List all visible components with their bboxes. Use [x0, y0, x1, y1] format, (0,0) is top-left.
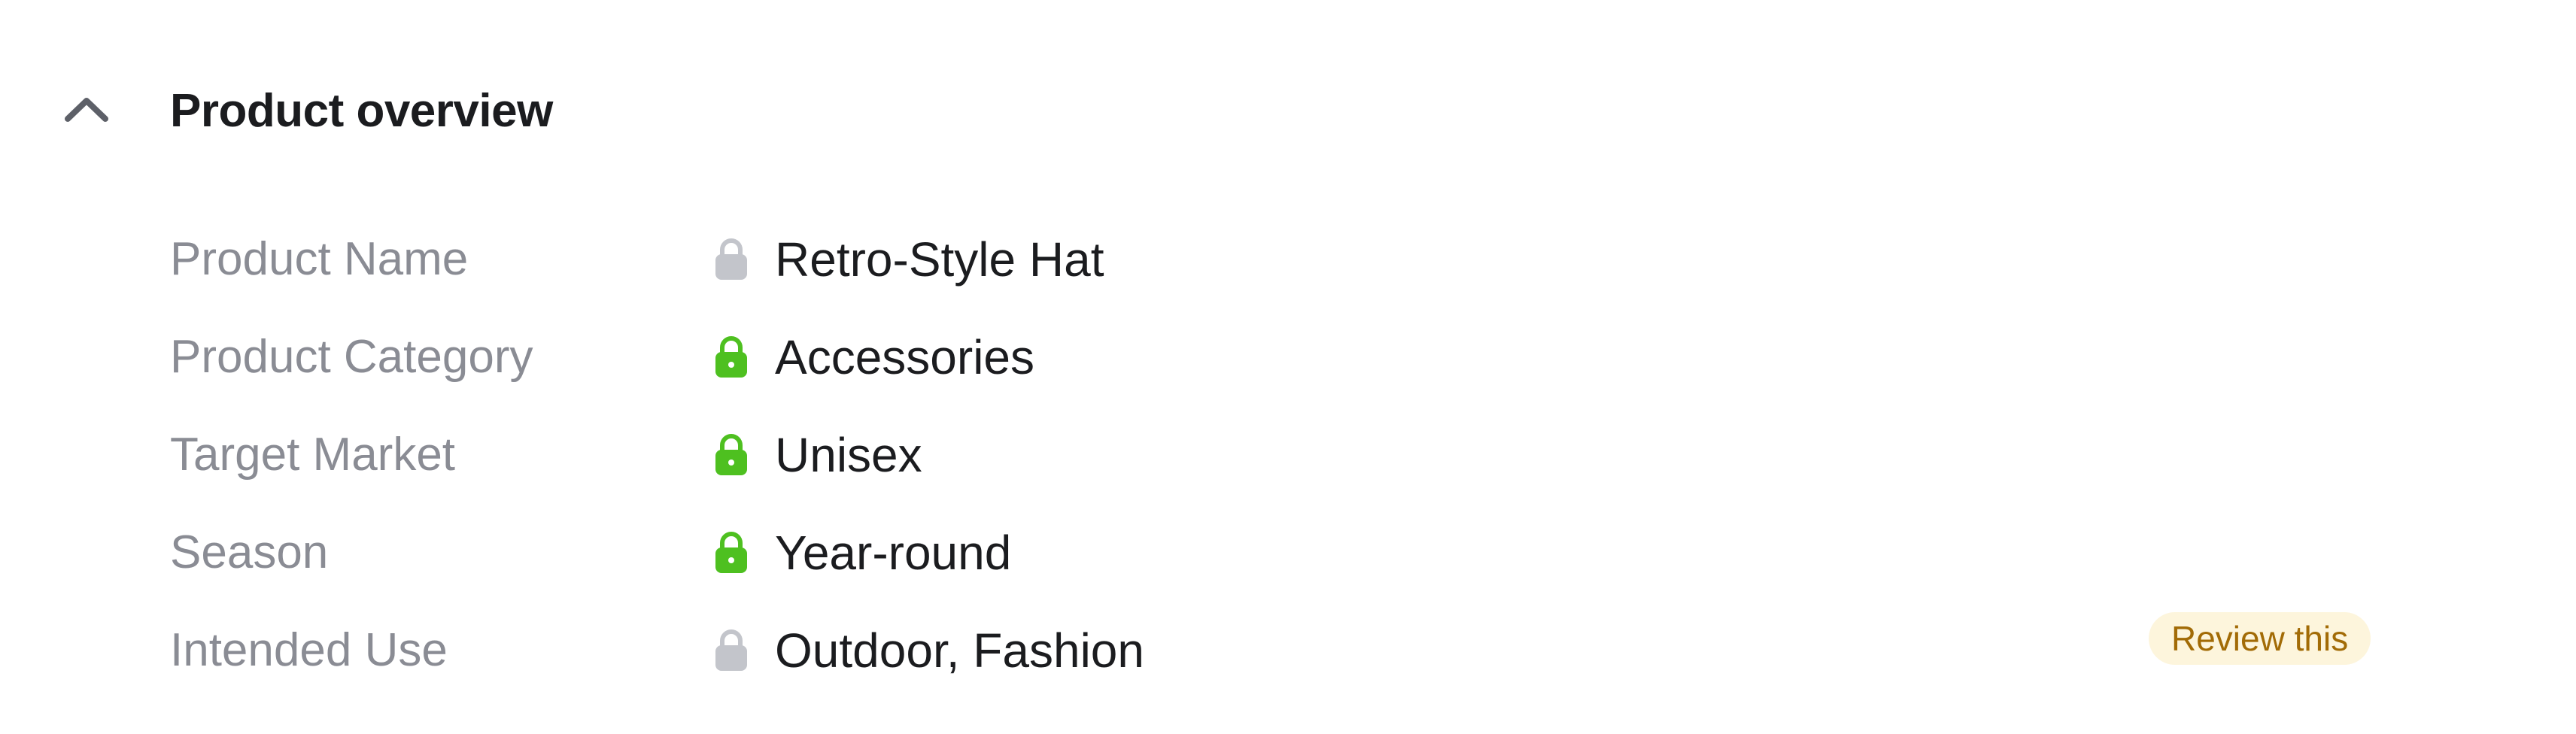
field-label: Season [170, 526, 329, 578]
field-value: Outdoor, Fashion [775, 623, 1144, 678]
product-overview-section: Product overview Product Name Retro-Styl… [0, 0, 2576, 734]
field-label: Product Category [170, 331, 533, 383]
field-row-season: Season Year-round [0, 511, 2576, 594]
section-title: Product overview [170, 85, 553, 137]
field-value: Retro-Style Hat [775, 232, 1104, 287]
field-row-product-name: Product Name Retro-Style Hat [0, 218, 2576, 301]
lock-icon [713, 627, 749, 672]
field-row-target-market: Target Market Unisex [0, 414, 2576, 496]
section-header[interactable]: Product overview [0, 0, 2576, 226]
field-row-product-category: Product Category Accessories [0, 316, 2576, 399]
lock-icon [713, 236, 749, 281]
review-this-badge[interactable]: Review this [2149, 612, 2371, 665]
field-label: Intended Use [170, 624, 448, 676]
field-value: Year-round [775, 526, 1012, 580]
chevron-up-icon[interactable] [60, 89, 113, 131]
lock-icon [713, 432, 749, 477]
lock-icon [713, 334, 749, 379]
field-value: Unisex [775, 428, 922, 482]
field-value: Accessories [775, 330, 1034, 384]
lock-icon [713, 529, 749, 575]
field-row-intended-use: Intended Use Outdoor, Fashion Review thi… [0, 609, 2576, 692]
field-label: Product Name [170, 233, 469, 285]
field-label: Target Market [170, 429, 456, 481]
